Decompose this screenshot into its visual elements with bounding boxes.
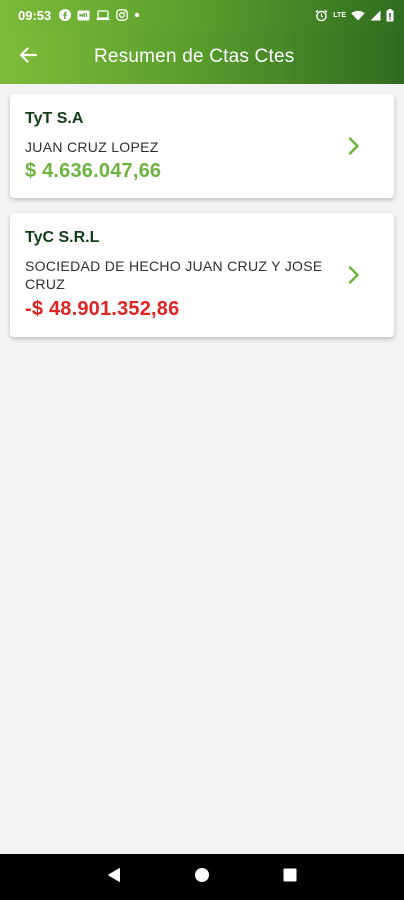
nav-back-button[interactable] — [94, 857, 134, 897]
chevron-right-icon — [346, 265, 362, 285]
battery-icon — [386, 8, 394, 22]
company-name: TyC S.R.L — [25, 229, 100, 246]
status-time: 09:53 — [18, 7, 52, 23]
holder-name: SOCIEDAD DE HECHO JUAN CRUZ Y JOSE CRUZ — [25, 258, 323, 292]
laptop-icon — [96, 9, 110, 21]
nav-recents-button[interactable] — [270, 857, 310, 897]
instagram-icon — [116, 9, 129, 21]
arrow-left-icon — [19, 46, 38, 68]
system-icons: LTE — [315, 8, 394, 22]
recents-square-icon — [283, 868, 297, 887]
nav-home-button[interactable] — [182, 857, 222, 897]
account-balance: $ 4.636.047,66 — [25, 160, 162, 182]
back-triangle-icon — [107, 867, 121, 888]
dot-icon — [134, 12, 140, 18]
page-title: Resumen de Ctas Ctes — [94, 46, 295, 67]
status-bar: 09:53 LTE — [0, 0, 404, 30]
back-button[interactable] — [0, 30, 56, 84]
account-balance: -$ 48.901.352,86 — [25, 298, 180, 320]
chevron-right-icon — [346, 136, 362, 156]
network-type-label: LTE — [333, 11, 346, 19]
company-name: TyT S.A — [25, 110, 84, 127]
app-bar: Resumen de Ctas Ctes — [0, 30, 404, 84]
account-card-tyc[interactable]: TyC S.R.L SOCIEDAD DE HECHO JUAN CRUZ Y … — [10, 213, 394, 337]
alarm-icon — [315, 9, 328, 22]
home-circle-icon — [194, 867, 210, 888]
signal-icon — [370, 10, 381, 21]
wifi-icon — [351, 10, 365, 21]
messages-icon — [77, 10, 90, 21]
system-nav-bar — [0, 854, 404, 900]
holder-name: JUAN CRUZ LOPEZ — [25, 139, 159, 155]
facebook-icon — [59, 9, 72, 21]
notification-icons — [59, 9, 140, 21]
accounts-list: TyT S.A JUAN CRUZ LOPEZ $ 4.636.047,66 T… — [0, 84, 404, 854]
account-card-tyt[interactable]: TyT S.A JUAN CRUZ LOPEZ $ 4.636.047,66 — [10, 94, 394, 198]
